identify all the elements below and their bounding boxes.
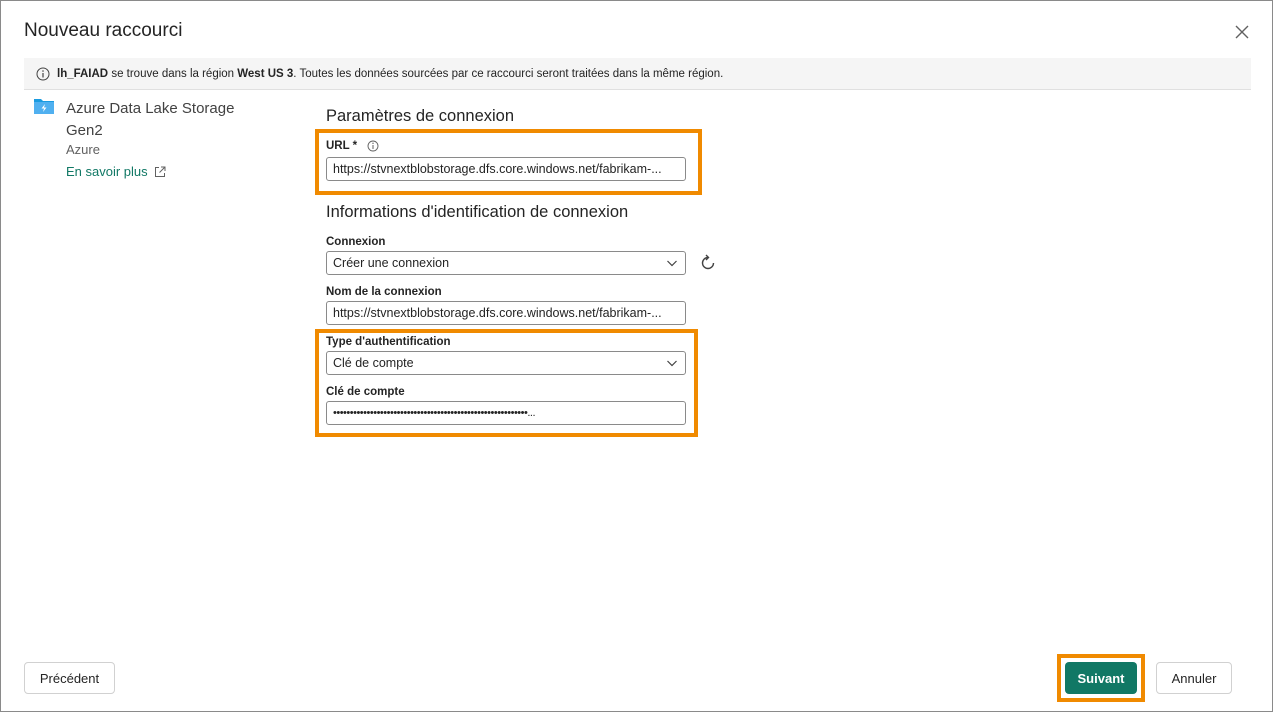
connection-dropdown[interactable]: Créer une connexion <box>326 251 686 275</box>
close-icon[interactable] <box>1231 21 1253 43</box>
dialog-title: Nouveau raccourci <box>24 20 183 41</box>
auth-type-dropdown[interactable]: Clé de compte <box>326 351 686 375</box>
url-label: URL * <box>326 140 358 152</box>
next-button[interactable]: Suivant <box>1065 662 1137 694</box>
connection-label: Connexion <box>326 236 386 248</box>
external-link-icon <box>154 166 166 177</box>
source-name: Azure Data Lake Storage Gen2 <box>66 100 235 139</box>
region-info-bar: lh_FAIAD se trouve dans la région West U… <box>24 58 1251 90</box>
source-category: Azure <box>66 142 100 157</box>
adls-gen2-icon <box>34 99 54 114</box>
learn-more-label: En savoir plus <box>66 164 148 179</box>
refresh-icon[interactable] <box>698 253 718 273</box>
auth-type-value: Clé de compte <box>333 356 414 370</box>
lakehouse-name: lh_FAIAD <box>57 67 109 80</box>
info-icon <box>36 67 50 80</box>
learn-more-link[interactable]: En savoir plus <box>66 164 166 179</box>
info-text-2: . Toutes les données sourcées par ce rac… <box>293 67 724 80</box>
cancel-button[interactable]: Annuler <box>1156 662 1232 694</box>
region-name: West US 3 <box>237 67 294 80</box>
connection-name-input[interactable]: https://stvnextblobstorage.dfs.core.wind… <box>326 301 686 325</box>
credentials-heading: Informations d'identification de connexi… <box>326 203 629 221</box>
back-button[interactable]: Précédent <box>24 662 115 694</box>
connection-settings-heading: Paramètres de connexion <box>326 107 515 125</box>
connection-name-label: Nom de la connexion <box>326 286 442 298</box>
info-text-1: se trouve dans la région <box>108 67 238 80</box>
auth-type-label: Type d'authentification <box>326 336 451 348</box>
info-icon[interactable] <box>367 140 379 152</box>
account-key-label: Clé de compte <box>326 386 405 398</box>
chevron-down-icon <box>667 260 677 267</box>
url-label-row: URL * <box>326 140 379 152</box>
connection-value: Créer une connexion <box>333 256 450 270</box>
url-input[interactable]: https://stvnextblobstorage.dfs.core.wind… <box>326 157 686 181</box>
account-key-input[interactable]: ••••••••••••••••••••••••••••••••••••••••… <box>326 401 686 425</box>
chevron-down-icon <box>667 360 677 367</box>
dialog: Nouveau raccourci lh_FAIAD se trouve dan… <box>0 0 1273 712</box>
